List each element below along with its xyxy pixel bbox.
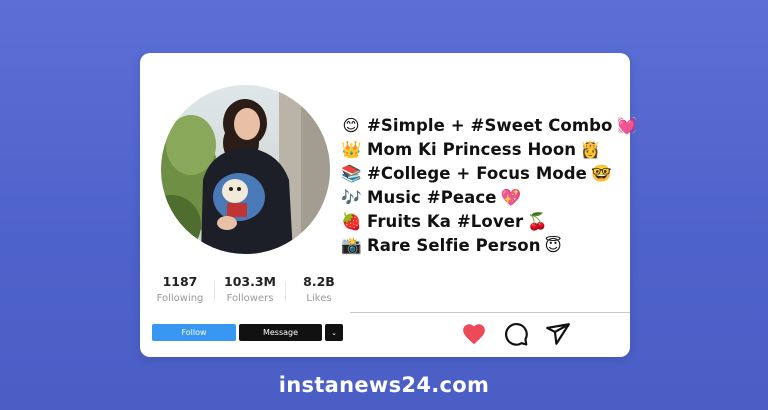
bio-line: 👑 Mom Ki Princess Hoon 👸 <box>341 138 637 162</box>
followers-count: 103.3M <box>224 274 276 289</box>
profile-card: 😊 #Simple + #Sweet Combo 💓 👑 Mom Ki Princes… <box>140 53 637 357</box>
bio-line: 😊 #Simple + #Sweet Combo 💓 <box>341 114 637 138</box>
profile-avatar[interactable] <box>161 85 330 254</box>
bio-text: Mom Ki Princess Hoon <box>367 140 577 159</box>
nerd-face-icon: 🤓 <box>590 164 612 183</box>
stat-following[interactable]: 1187 Following <box>154 273 206 306</box>
message-button[interactable]: Message <box>239 324 322 341</box>
halo-face-icon: 😇 <box>544 236 562 255</box>
heart-icon[interactable] <box>461 321 487 347</box>
bio-line: 🍓 Fruits Ka #Lover 🍒 <box>341 210 637 234</box>
sparkling-heart-icon: 💖 <box>500 188 522 207</box>
beating-heart-icon: 💓 <box>616 116 638 135</box>
strawberry-icon: 🍓 <box>341 212 362 231</box>
princess-icon: 👸 <box>580 140 601 159</box>
stat-divider <box>214 281 215 301</box>
bio-text: Fruits Ka #Lover <box>367 212 524 231</box>
stat-likes[interactable]: 8.2B Likes <box>294 273 344 306</box>
cherries-icon: 🍒 <box>527 212 548 231</box>
bio-line: 🎶 Music #Peace 💖 <box>341 186 637 210</box>
site-watermark: instanews24.com <box>278 373 490 397</box>
follow-button[interactable]: Follow <box>152 324 236 341</box>
stat-followers[interactable]: 103.3M Followers <box>220 273 280 306</box>
likes-count: 8.2B <box>303 274 335 289</box>
likes-label: Likes <box>306 293 332 304</box>
bio-line: 📚 #College + Focus Mode 🤓 <box>341 162 637 186</box>
bio-text: #College + Focus Mode <box>367 164 587 183</box>
bio-text: Music #Peace <box>367 188 497 207</box>
music-notes-icon: 🎶 <box>341 188 362 207</box>
bio-line: 📸 Rare Selfie Person 😇 <box>341 234 637 258</box>
comment-icon[interactable] <box>503 321 529 347</box>
bio-list: 😊 #Simple + #Sweet Combo 💓 👑 Mom Ki Princes… <box>341 114 637 258</box>
following-label: Following <box>156 293 204 304</box>
send-icon[interactable] <box>545 321 571 347</box>
profile-photo <box>161 85 330 254</box>
bio-text: Rare Selfie Person <box>367 236 541 255</box>
bio-text: #Simple + #Sweet Combo <box>367 116 613 135</box>
chevron-down-icon[interactable]: ⌄ <box>325 324 343 341</box>
books-icon: 📚 <box>341 164 362 183</box>
crown-icon: 👑 <box>341 140 362 159</box>
following-count: 1187 <box>162 274 198 289</box>
followers-label: Followers <box>226 293 274 304</box>
section-divider <box>350 312 630 313</box>
smile-icon: 😊 <box>342 116 360 135</box>
profile-stats: 1187 Following 103.3M Followers 8.2B Lik… <box>140 273 350 307</box>
stat-divider <box>285 281 286 301</box>
camera-flash-icon: 📸 <box>341 236 362 255</box>
